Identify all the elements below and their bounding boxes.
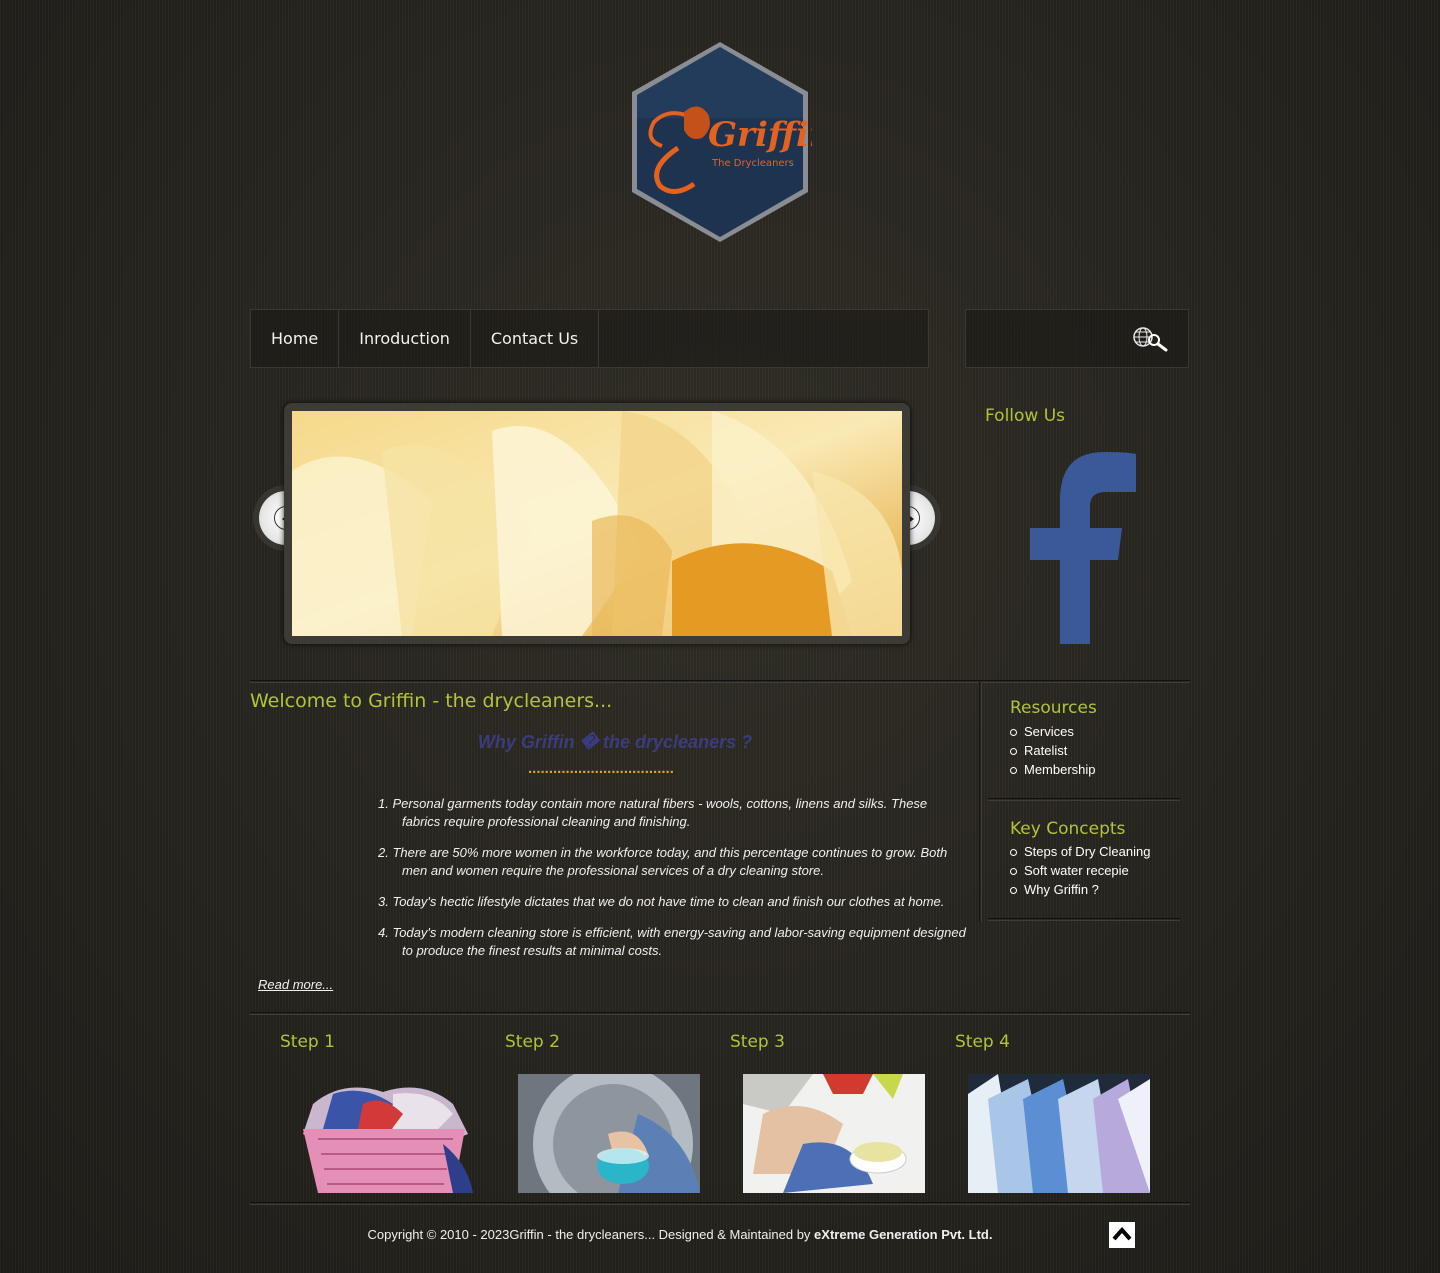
step-2-washing-machine-image bbox=[518, 1074, 700, 1193]
nav-home[interactable]: Home bbox=[251, 310, 340, 367]
why-griffin-heading: Why Griffin � the drycleaners ? bbox=[477, 732, 753, 752]
resources-heading: Resources bbox=[1010, 698, 1097, 718]
search-input[interactable] bbox=[976, 324, 1126, 354]
resources-list: Services Ratelist Membership bbox=[1010, 722, 1096, 779]
facebook-icon[interactable] bbox=[1030, 452, 1136, 644]
nav-introduction[interactable]: Inroduction bbox=[339, 310, 471, 367]
chevron-up-icon bbox=[1112, 1226, 1132, 1241]
step-4-label: Step 4 bbox=[955, 1032, 1010, 1052]
key-concepts-heading: Key Concepts bbox=[1010, 819, 1126, 839]
dotted-divider: ................................... bbox=[528, 760, 674, 777]
list-item: 3. Today's hectic lifestyle dictates tha… bbox=[378, 894, 945, 909]
read-more-link[interactable]: Read more... bbox=[258, 977, 333, 992]
reasons-list: 1. Personal garments today contain more … bbox=[378, 795, 968, 973]
griffin-logo[interactable]: Griffin The Drycleaners bbox=[628, 38, 834, 246]
sidebar-separator bbox=[988, 918, 1180, 921]
designer-company[interactable]: eXtreme Generation Pvt. Ltd. bbox=[814, 1227, 992, 1242]
step-4-shirts-image bbox=[968, 1074, 1150, 1193]
key-concept-steps-link[interactable]: Steps of Dry Cleaning bbox=[1010, 842, 1150, 861]
resources-ratelist-link[interactable]: Ratelist bbox=[1010, 741, 1096, 760]
key-concepts-list: Steps of Dry Cleaning Soft water recepie… bbox=[1010, 842, 1150, 899]
list-item: 2. There are 50% more women in the workf… bbox=[378, 845, 948, 878]
back-to-top-button[interactable] bbox=[1109, 1222, 1135, 1248]
key-concept-soft-water-link[interactable]: Soft water recepie bbox=[1010, 861, 1150, 880]
welcome-title: Welcome to Griffin - the drycleaners... bbox=[250, 690, 613, 712]
step-3-hand-washing-image bbox=[743, 1074, 925, 1193]
footer-text: Copyright © 2010 - 2023Griffin - the dry… bbox=[250, 1227, 1110, 1242]
globe-search-icon[interactable] bbox=[1132, 325, 1168, 353]
slide-image-hangers bbox=[292, 411, 902, 636]
key-concept-why-griffin-link[interactable]: Why Griffin ? bbox=[1010, 880, 1150, 899]
nav-contact-us[interactable]: Contact Us bbox=[471, 310, 600, 367]
follow-us-heading: Follow Us bbox=[985, 406, 1066, 426]
logo-name: Griffin bbox=[708, 115, 812, 155]
search-box bbox=[965, 309, 1189, 368]
copyright-text: Copyright © 2010 - 2023Griffin - the dry… bbox=[367, 1227, 815, 1242]
content-separator bbox=[250, 680, 1190, 683]
footer-separator bbox=[250, 1202, 1190, 1205]
sidebar-divider bbox=[979, 682, 982, 922]
resources-services-link[interactable]: Services bbox=[1010, 722, 1096, 741]
list-item: 4. Today's modern cleaning store is effi… bbox=[378, 925, 966, 958]
main-nav: Home Inroduction Contact Us bbox=[250, 309, 929, 368]
list-item: 1. Personal garments today contain more … bbox=[378, 796, 928, 829]
step-2-label: Step 2 bbox=[505, 1032, 560, 1052]
logo-tagline: The Drycleaners bbox=[711, 158, 794, 169]
sidebar-separator bbox=[988, 798, 1180, 801]
step-1-label: Step 1 bbox=[280, 1032, 335, 1052]
resources-membership-link[interactable]: Membership bbox=[1010, 760, 1096, 779]
steps-separator bbox=[250, 1012, 1190, 1015]
step-1-laundry-basket-image bbox=[293, 1074, 475, 1193]
step-3-label: Step 3 bbox=[730, 1032, 785, 1052]
